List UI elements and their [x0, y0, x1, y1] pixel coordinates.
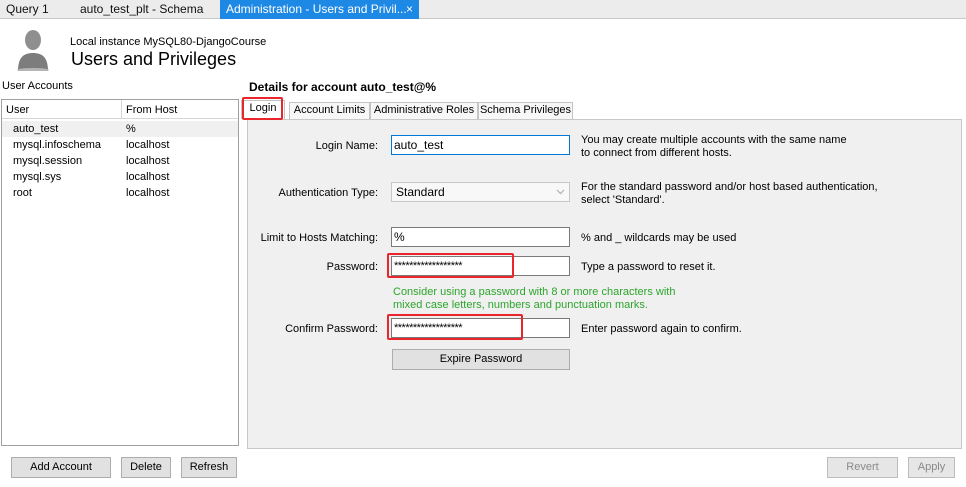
- hint-line: select 'Standard'.: [581, 194, 665, 206]
- authentication-type-select[interactable]: Standard: [391, 182, 570, 202]
- password-hint: Type a password to reset it.: [581, 261, 716, 273]
- expire-password-button[interactable]: Expire Password: [392, 349, 570, 370]
- advice-line: mixed case letters, numbers and punctuat…: [393, 299, 648, 311]
- instance-name: Local instance MySQL80-DjangoCourse: [70, 36, 267, 48]
- confirm-password-label: Confirm Password:: [285, 323, 378, 335]
- password-advice: Consider using a password with 8 or more…: [393, 286, 675, 312]
- list-header: User From Host: [2, 100, 238, 119]
- limit-hosts-input[interactable]: %: [391, 227, 570, 247]
- tab-administrative-roles[interactable]: Administrative Roles: [370, 102, 478, 119]
- login-name-hint: You may create multiple accounts with th…: [581, 134, 847, 160]
- tab-schema-privileges[interactable]: Schema Privileges: [478, 102, 573, 119]
- column-header-user[interactable]: User: [6, 104, 29, 116]
- host-cell: localhost: [126, 139, 170, 151]
- page-title: Users and Privileges: [71, 49, 237, 69]
- tab-query-1[interactable]: Query 1: [0, 0, 72, 19]
- authentication-type-hint: For the standard password and/or host ba…: [581, 181, 878, 207]
- advice-line: Consider using a password with 8 or more…: [393, 286, 676, 298]
- user-cell: root: [13, 187, 32, 199]
- host-cell: localhost: [126, 155, 170, 167]
- document-tab-bar: Query 1 auto_test_plt - Schema Administr…: [0, 0, 966, 19]
- login-name-label: Login Name:: [315, 140, 378, 152]
- tab-login[interactable]: Login: [241, 100, 285, 119]
- confirm-password-hint: Enter password again to confirm.: [581, 323, 742, 335]
- table-row[interactable]: root localhost: [2, 185, 238, 201]
- selected-value: Standard: [396, 185, 445, 199]
- revert-button[interactable]: Revert: [827, 457, 898, 478]
- host-cell: %: [126, 123, 136, 135]
- add-account-button[interactable]: Add Account: [11, 457, 111, 478]
- table-row[interactable]: mysql.infoschema localhost: [2, 137, 238, 153]
- hint-line: For the standard password and/or host ba…: [581, 181, 878, 193]
- delete-button[interactable]: Delete: [121, 457, 171, 478]
- tab-label: Administration - Users and Privil...: [226, 2, 407, 16]
- authentication-type-label: Authentication Type:: [278, 187, 378, 199]
- user-cell: mysql.sys: [13, 171, 62, 183]
- confirm-password-input[interactable]: ******************: [391, 318, 570, 338]
- limit-hosts-hint: % and _ wildcards may be used: [581, 232, 737, 244]
- column-divider: [121, 100, 122, 118]
- tab-label: Query 1: [6, 2, 49, 16]
- user-cell: mysql.infoschema: [13, 139, 102, 151]
- close-icon[interactable]: ×: [406, 0, 413, 18]
- host-cell: localhost: [126, 171, 170, 183]
- table-row[interactable]: mysql.session localhost: [2, 153, 238, 169]
- chevron-down-icon: [556, 189, 565, 195]
- password-label: Password:: [326, 261, 378, 273]
- password-input[interactable]: ******************: [391, 256, 570, 276]
- host-cell: localhost: [126, 187, 170, 199]
- tab-schema[interactable]: auto_test_plt - Schema: [73, 0, 213, 19]
- table-row[interactable]: auto_test %: [2, 121, 238, 137]
- tab-account-limits[interactable]: Account Limits: [289, 102, 370, 119]
- user-avatar-icon: [17, 30, 49, 71]
- apply-button[interactable]: Apply: [908, 457, 955, 478]
- column-header-from-host[interactable]: From Host: [126, 104, 177, 116]
- limit-hosts-label: Limit to Hosts Matching:: [260, 232, 378, 244]
- tab-label: auto_test_plt - Schema: [80, 2, 204, 16]
- tab-administration-users[interactable]: Administration - Users and Privil... ×: [220, 0, 419, 19]
- hint-line: You may create multiple accounts with th…: [581, 134, 847, 146]
- user-cell: auto_test: [13, 123, 59, 135]
- user-cell: mysql.session: [13, 155, 83, 167]
- refresh-button[interactable]: Refresh: [181, 457, 237, 478]
- table-row[interactable]: mysql.sys localhost: [2, 169, 238, 185]
- login-name-input[interactable]: auto_test: [391, 135, 570, 155]
- user-accounts-list[interactable]: User From Host auto_test % mysql.infosch…: [1, 99, 239, 446]
- user-accounts-label: User Accounts: [2, 80, 73, 92]
- login-panel: [247, 119, 962, 449]
- hint-line: to connect from different hosts.: [581, 147, 732, 159]
- details-title: Details for account auto_test@%: [249, 80, 437, 94]
